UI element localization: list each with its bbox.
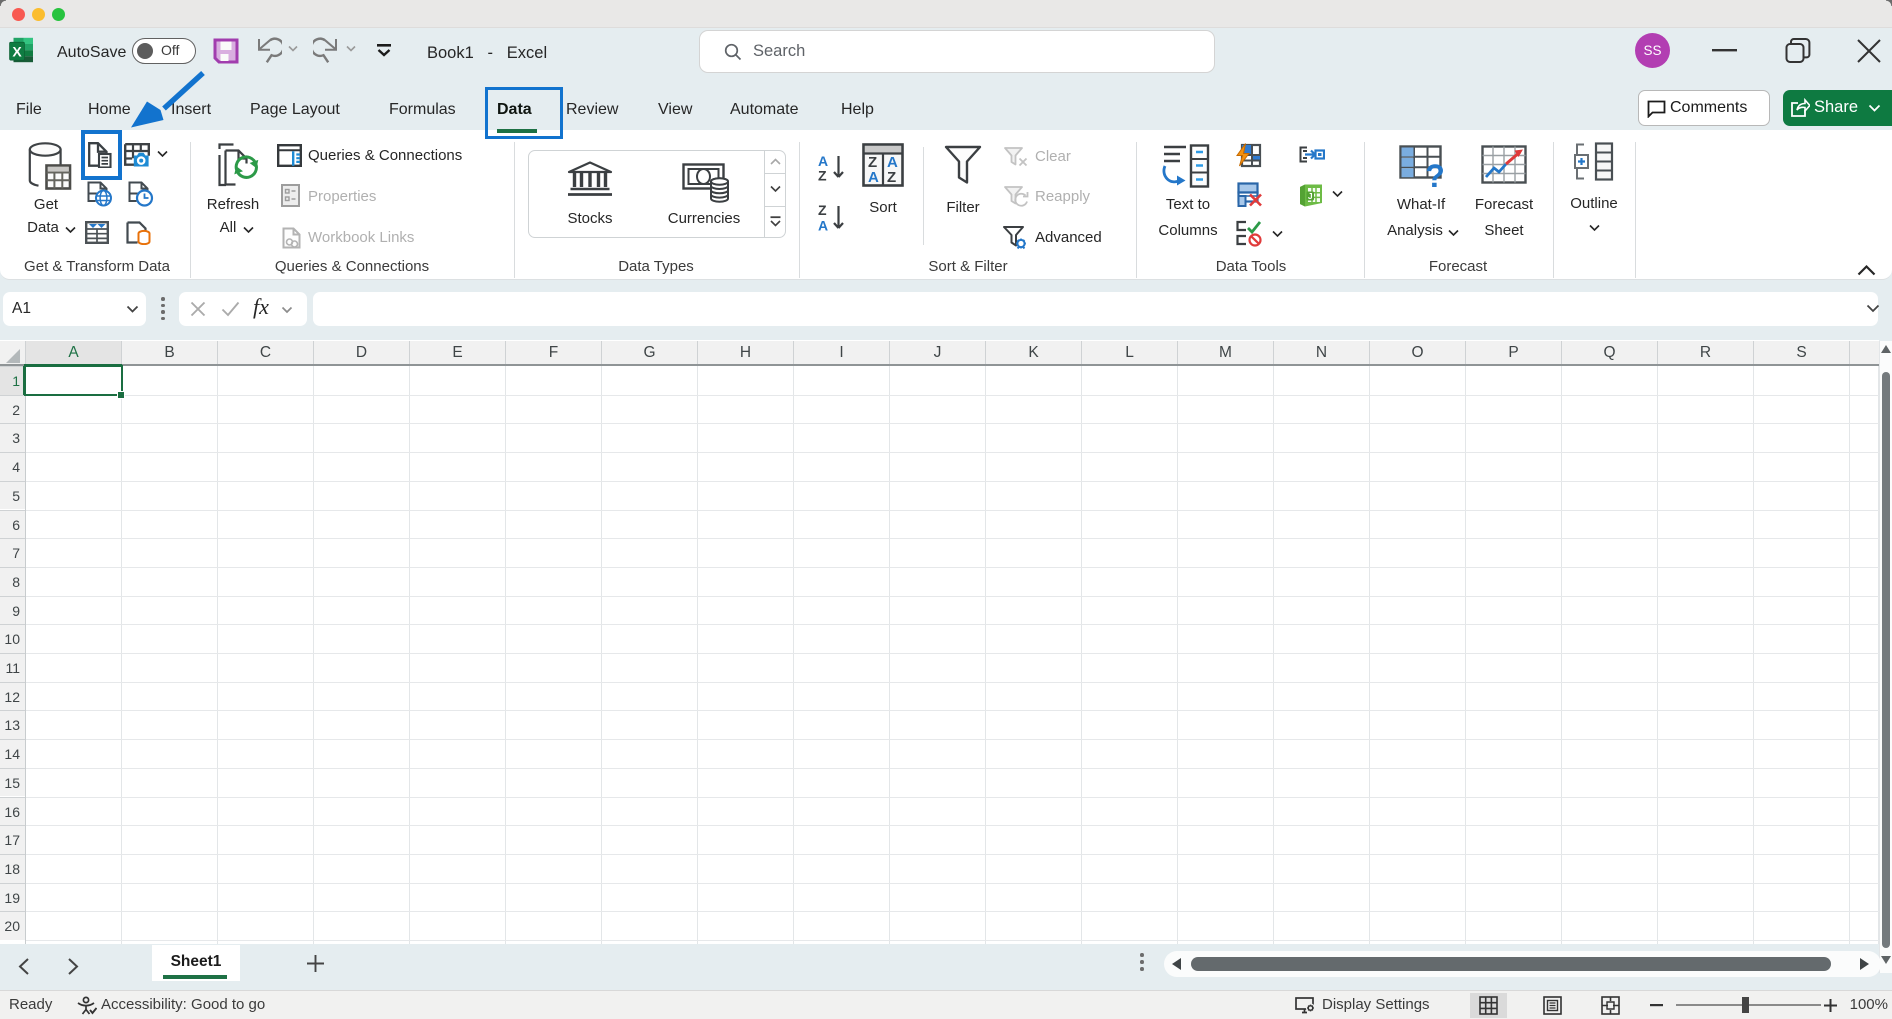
svg-text:A: A <box>868 169 879 186</box>
svg-text:J: J <box>1308 191 1313 201</box>
svg-text:?: ? <box>1425 158 1445 187</box>
svg-text:Z: Z <box>818 168 827 183</box>
svg-text:X: X <box>12 44 22 60</box>
svg-text:Z: Z <box>818 203 827 218</box>
svg-text:A: A <box>818 218 828 234</box>
svg-text:Z: Z <box>887 169 896 186</box>
